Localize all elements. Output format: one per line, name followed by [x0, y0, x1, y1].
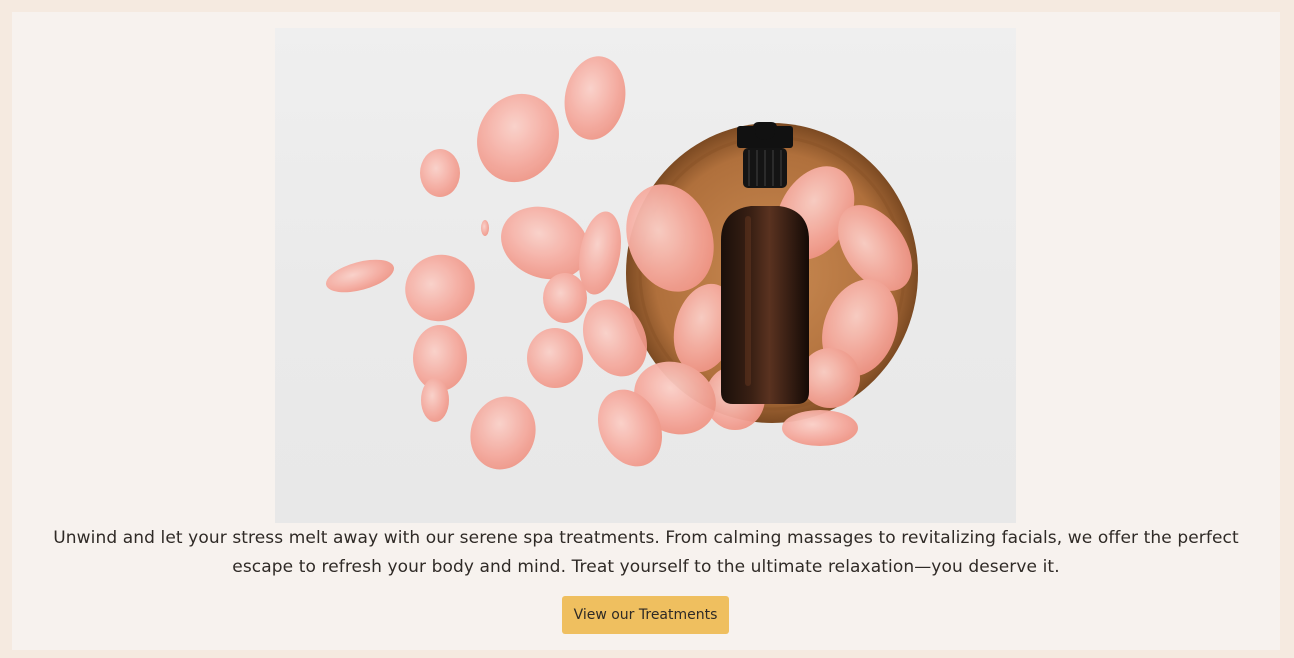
hero-illustration — [325, 56, 918, 470]
hero-image — [275, 28, 1016, 523]
view-treatments-button[interactable]: View our Treatments — [562, 596, 729, 634]
description-text: Unwind and let your stress melt away wit… — [53, 528, 1239, 577]
promo-card: Unwind and let your stress melt away wit… — [12, 12, 1280, 650]
